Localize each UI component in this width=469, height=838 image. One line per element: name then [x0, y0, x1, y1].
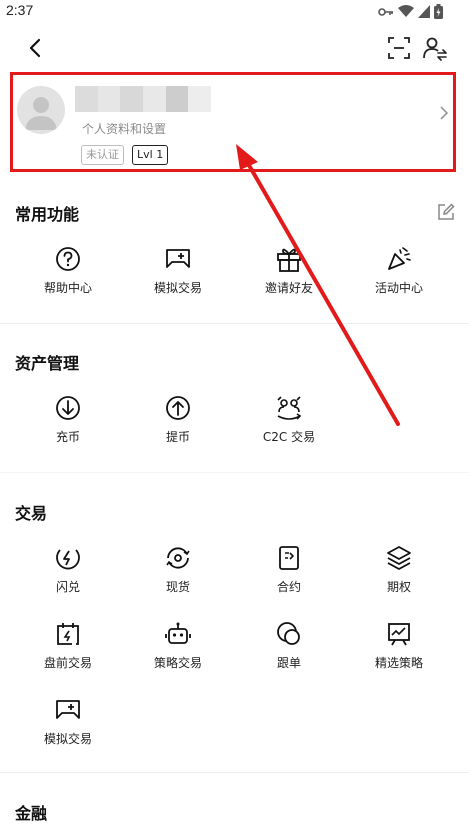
unverified-badge[interactable]: 未认证 — [81, 145, 124, 165]
feature-invite-friends[interactable]: 邀请好友 — [234, 245, 344, 305]
feature-label: 模拟交易 — [43, 732, 92, 746]
edit-icon[interactable] — [436, 202, 456, 222]
feature-label: 充币 — [55, 430, 80, 444]
feature-label: 帮助中心 — [43, 281, 92, 295]
flash-circle-icon — [56, 549, 80, 570]
contract-document-icon — [279, 546, 299, 570]
status-bar: 2:37 — [0, 0, 469, 22]
section-divider — [0, 472, 469, 473]
section-title-trade: 交易 — [15, 504, 48, 523]
gamepad-icon — [56, 700, 80, 719]
feature-label: 闪兑 — [55, 580, 80, 594]
feature-label: 盘前交易 — [43, 656, 92, 670]
default-avatar-icon — [25, 97, 57, 130]
feature-label: 活动中心 — [374, 281, 423, 295]
scan-icon[interactable] — [386, 35, 412, 61]
feature-label: 提币 — [165, 430, 190, 444]
chart-board-icon — [388, 623, 410, 646]
feature-demo-trading[interactable]: 模拟交易 — [123, 245, 233, 305]
feature-label: C2C 交易 — [262, 430, 316, 444]
profile-card[interactable]: 个人资料和设置 未认证 Lvl 1 — [0, 72, 469, 172]
feature-pre-market[interactable]: 盘前交易 — [13, 620, 123, 680]
section-divider — [0, 772, 469, 773]
feature-strategy-trading[interactable]: 策略交易 — [123, 620, 233, 680]
profile-settings-label: 个人资料和设置 — [82, 122, 167, 136]
feature-featured-strategies[interactable]: 精选策略 — [344, 620, 454, 680]
feature-label: 跟单 — [276, 656, 301, 670]
avatar — [17, 86, 65, 134]
chevron-right-icon — [440, 106, 449, 120]
people-exchange-icon — [277, 396, 302, 420]
upload-circle-icon — [166, 396, 190, 420]
spot-cycle-icon — [166, 547, 190, 569]
gift-icon — [277, 248, 301, 272]
feature-c2c-trading[interactable]: C2C 交易 — [234, 394, 344, 454]
signal-icon — [418, 5, 430, 18]
feature-label: 精选策略 — [374, 656, 423, 670]
feature-demo-trading-2[interactable]: 模拟交易 — [13, 696, 123, 756]
feature-copy-trading[interactable]: 跟单 — [234, 620, 344, 680]
overlapping-circles-icon — [277, 622, 300, 645]
section-title-common: 常用功能 — [15, 205, 80, 224]
help-circle-icon — [56, 247, 80, 271]
wifi-icon — [398, 5, 414, 17]
feature-label: 邀请好友 — [264, 281, 313, 295]
feature-label: 模拟交易 — [153, 281, 202, 295]
username-blurred — [75, 86, 212, 112]
feature-help-center[interactable]: 帮助中心 — [13, 245, 123, 305]
feature-label: 合约 — [276, 580, 301, 594]
feature-options[interactable]: 期权 — [344, 544, 454, 604]
badge-row: 未认证 Lvl 1 — [81, 145, 169, 165]
feature-activity-center[interactable]: 活动中心 — [344, 245, 454, 305]
section-divider — [0, 323, 469, 324]
status-icons — [378, 4, 443, 19]
level-badge[interactable]: Lvl 1 — [132, 145, 169, 165]
status-time: 2:37 — [6, 2, 34, 18]
top-nav — [0, 28, 469, 68]
layers-icon — [387, 546, 411, 570]
feature-spot[interactable]: 现货 — [123, 544, 233, 604]
feature-label: 策略交易 — [153, 656, 202, 670]
party-popper-icon — [388, 247, 411, 270]
back-arrow-icon[interactable] — [24, 36, 48, 60]
feature-futures[interactable]: 合约 — [234, 544, 344, 604]
section-title-finance: 金融 — [15, 804, 48, 823]
feature-withdraw[interactable]: 提币 — [123, 394, 233, 454]
feature-label: 现货 — [165, 580, 190, 594]
calendar-flash-icon — [57, 623, 79, 645]
feature-deposit[interactable]: 充币 — [13, 394, 123, 454]
battery-icon — [434, 4, 443, 19]
key-icon — [378, 7, 393, 16]
section-title-assets: 资产管理 — [15, 354, 80, 373]
feature-convert[interactable]: 闪兑 — [13, 544, 123, 604]
switch-account-icon[interactable] — [422, 35, 448, 61]
robot-icon — [165, 622, 191, 644]
download-circle-icon — [56, 396, 80, 420]
gamepad-icon — [166, 249, 190, 268]
feature-label: 期权 — [386, 580, 411, 594]
